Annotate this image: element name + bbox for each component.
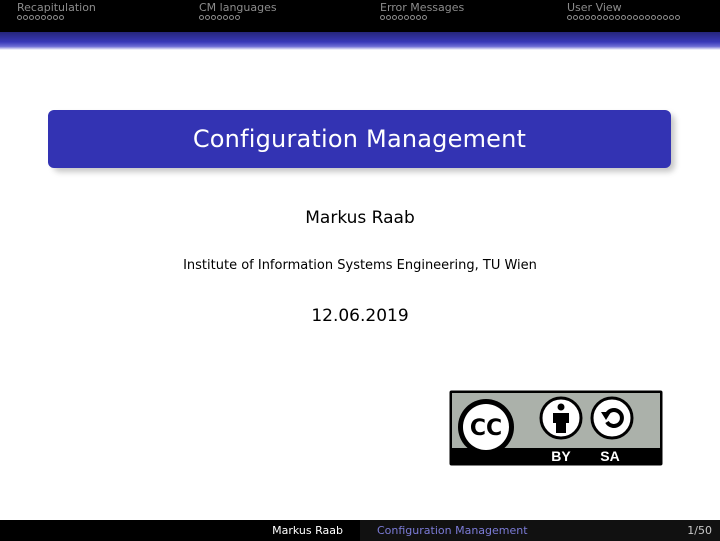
cc-by-sa-license-badge: CC BY SA — [449, 390, 663, 466]
nav-slide-dot[interactable] — [422, 15, 427, 20]
nav-slide-dot[interactable] — [211, 15, 216, 20]
nav-slide-dot[interactable] — [404, 15, 409, 20]
nav-slide-dot[interactable] — [398, 15, 403, 20]
footer: Markus Raab Configuration Management 1/5… — [0, 520, 720, 541]
header-gradient-bar — [0, 32, 720, 50]
nav-slide-dot[interactable] — [585, 15, 590, 20]
nav-section-title[interactable]: User View — [567, 1, 680, 14]
nav-slide-dot[interactable] — [53, 15, 58, 20]
nav-section-cm-languages[interactable]: CM languages — [199, 1, 277, 20]
nav-section-recapitulation[interactable]: Recapitulation — [17, 1, 96, 20]
nav-slide-dot[interactable] — [29, 15, 34, 20]
nav-slide-dot[interactable] — [392, 15, 397, 20]
sa-label: SA — [600, 448, 619, 464]
share-alike-icon — [590, 396, 634, 440]
nav-slide-dot[interactable] — [199, 15, 204, 20]
nav-slide-dot[interactable] — [657, 15, 662, 20]
nav-slide-dot[interactable] — [621, 15, 626, 20]
slide: Recapitulation CM languages Error Messag… — [0, 0, 720, 541]
nav-slide-dot[interactable] — [229, 15, 234, 20]
nav-section-title[interactable]: CM languages — [199, 1, 277, 14]
nav-slide-dot[interactable] — [380, 15, 385, 20]
page-number: 1/50 — [687, 524, 712, 537]
footer-author-panel: Markus Raab — [0, 520, 360, 541]
cc-logo-icon: CC — [458, 399, 514, 455]
nav-slide-dot[interactable] — [603, 15, 608, 20]
person-icon — [539, 396, 583, 440]
nav-slide-dot[interactable] — [567, 15, 572, 20]
nav-slide-dot[interactable] — [615, 15, 620, 20]
presentation-date: 12.06.2019 — [311, 306, 409, 326]
nav-slide-dot[interactable] — [410, 15, 415, 20]
nav-slide-dot[interactable] — [35, 15, 40, 20]
nav-slide-dot[interactable] — [675, 15, 680, 20]
nav-section-dots — [199, 15, 277, 20]
nav-slide-dot[interactable] — [205, 15, 210, 20]
nav-section-error-messages[interactable]: Error Messages — [380, 1, 464, 20]
nav-slide-dot[interactable] — [23, 15, 28, 20]
author-name: Markus Raab — [305, 208, 415, 228]
nav-slide-dot[interactable] — [41, 15, 46, 20]
nav-slide-dot[interactable] — [639, 15, 644, 20]
nav-slide-dot[interactable] — [573, 15, 578, 20]
nav-section-title[interactable]: Error Messages — [380, 1, 464, 14]
institute-name: Institute of Information Systems Enginee… — [183, 258, 537, 273]
nav-slide-dot[interactable] — [633, 15, 638, 20]
cc-logo-text: CC — [470, 416, 502, 441]
nav-slide-dot[interactable] — [645, 15, 650, 20]
nav-slide-dot[interactable] — [669, 15, 674, 20]
nav-section-dots — [567, 15, 680, 20]
nav-slide-dot[interactable] — [17, 15, 22, 20]
nav-slide-dot[interactable] — [223, 15, 228, 20]
nav-slide-dot[interactable] — [627, 15, 632, 20]
nav-slide-dot[interactable] — [386, 15, 391, 20]
footer-title-panel: Configuration Management 1/50 — [360, 520, 720, 541]
by-label: BY — [551, 448, 571, 464]
nav-section-title[interactable]: Recapitulation — [17, 1, 96, 14]
nav-slide-dot[interactable] — [609, 15, 614, 20]
nav-slide-dot[interactable] — [235, 15, 240, 20]
nav-slide-dot[interactable] — [579, 15, 584, 20]
nav-slide-dot[interactable] — [59, 15, 64, 20]
nav-slide-dot[interactable] — [591, 15, 596, 20]
nav-slide-dot[interactable] — [47, 15, 52, 20]
title-box: Configuration Management — [48, 110, 671, 168]
footer-title: Configuration Management — [377, 524, 528, 537]
nav-section-dots — [380, 15, 464, 20]
nav-section-user-view[interactable]: User View — [567, 1, 680, 20]
slide-title: Configuration Management — [192, 125, 527, 153]
footer-author: Markus Raab — [272, 524, 343, 537]
nav-slide-dot[interactable] — [416, 15, 421, 20]
nav-section-dots — [17, 15, 96, 20]
nav-slide-dot[interactable] — [663, 15, 668, 20]
nav-slide-dot[interactable] — [217, 15, 222, 20]
nav-slide-dot[interactable] — [597, 15, 602, 20]
nav-slide-dot[interactable] — [651, 15, 656, 20]
top-navigation: Recapitulation CM languages Error Messag… — [0, 0, 720, 32]
